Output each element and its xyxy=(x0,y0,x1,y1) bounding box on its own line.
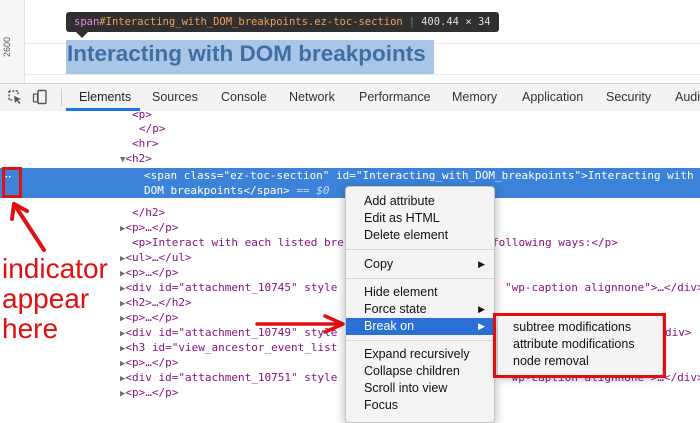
context-menu: Add attribute Edit as HTML Delete elemen… xyxy=(345,186,495,423)
dom-node[interactable]: <p>Interact with each listed bre followin… xyxy=(132,235,618,251)
menu-item-edit-as-html[interactable]: Edit as HTML xyxy=(346,210,494,227)
menu-separator xyxy=(346,278,494,279)
dom-node-text: following ways:</p> xyxy=(492,236,618,249)
dom-node-text: <p>Interact with each listed bre xyxy=(132,236,344,249)
menu-item-hide-element[interactable]: Hide element xyxy=(346,284,494,301)
selected-node-text: DOM breakpoints</span> xyxy=(144,184,290,197)
dom-node[interactable]: </h2> xyxy=(132,205,165,221)
page-viewport: 2600 Interacting with DOM breakpoints sp… xyxy=(0,0,700,83)
annotation-highlight-box xyxy=(2,167,22,198)
tooltip-selector: #Interacting_with_DOM_breakpoints.ez-toc… xyxy=(99,16,403,28)
dom-node-text: <p>…</p> xyxy=(125,311,179,324)
dom-node-text: div> xyxy=(665,326,692,339)
toolbar-divider xyxy=(61,89,62,106)
menu-item-copy[interactable]: Copy ▶ xyxy=(346,256,494,273)
inspect-element-icon[interactable] xyxy=(7,89,23,105)
menu-item-add-attribute[interactable]: Add attribute xyxy=(346,193,494,210)
dom-node-text: <h3 id="view_ancestor_event_list xyxy=(125,341,338,354)
annotation-arrow-up xyxy=(10,202,46,252)
devtools-tab-bar: Elements Sources Console Network Perform… xyxy=(0,83,700,112)
annotation-arrow-right xyxy=(255,314,345,334)
dom-node-text: <div id="attachment_10745" style xyxy=(125,281,338,294)
menu-item-delete-element[interactable]: Delete element xyxy=(346,227,494,244)
annotation-highlight-box xyxy=(493,313,666,378)
dom-node[interactable]: ▶<p>…</p> xyxy=(120,385,178,401)
tab-sources[interactable]: Sources xyxy=(152,84,198,111)
selected-node-line-2: DOM breakpoints</span> == $0 xyxy=(144,183,329,199)
page-heading: Interacting with DOM breakpoints xyxy=(67,41,426,66)
grid-line xyxy=(24,74,700,75)
tooltip-separator: | xyxy=(408,16,416,28)
tooltip-dimensions: 400.44 × 34 xyxy=(421,16,491,28)
menu-item-collapse-children[interactable]: Collapse children xyxy=(346,363,494,380)
submenu-arrow-icon: ▶ xyxy=(478,321,485,331)
menu-item-focus[interactable]: Focus xyxy=(346,397,494,414)
dom-node[interactable]: ▶<div id="attachment_10745" style "wp-cap… xyxy=(120,280,700,296)
menu-item-scroll-into-view[interactable]: Scroll into view xyxy=(346,380,494,397)
dom-node[interactable]: ▼<h2> xyxy=(120,151,152,167)
dom-node[interactable]: ▶<p>…</p> xyxy=(120,220,178,236)
dom-node-text: <p>…</p> xyxy=(125,386,179,399)
tab-application[interactable]: Application xyxy=(522,84,583,111)
dom-node-text: <p>…</p> xyxy=(125,221,179,234)
dom-node[interactable]: ▶<h3 id="view_ancestor_event_list xyxy=(120,340,337,356)
menu-item-label: Force state xyxy=(364,302,427,316)
console-ref: == $0 xyxy=(289,184,330,197)
tooltip-tag: span xyxy=(74,16,100,28)
annotation-label: indicator appear here xyxy=(2,254,132,344)
menu-item-expand-recursively[interactable]: Expand recursively xyxy=(346,346,494,363)
submenu-arrow-icon: ▶ xyxy=(478,304,485,314)
dom-node-text: <div id="attachment_10751" style xyxy=(125,371,338,384)
tab-console[interactable]: Console xyxy=(221,84,267,111)
dom-node-text: <ul>…</ul> xyxy=(125,251,192,264)
dom-node[interactable]: ▶<p>…</p> xyxy=(120,355,178,371)
dom-node[interactable]: </p> xyxy=(139,121,166,137)
dom-node[interactable]: <hr> xyxy=(132,136,159,152)
inspect-tooltip: span #Interacting_with_DOM_breakpoints.ez… xyxy=(66,12,499,32)
annotation-line: appear xyxy=(2,283,90,314)
selected-node-line-1: <span class="ez-toc-section" id="Interac… xyxy=(144,169,694,182)
tab-network[interactable]: Network xyxy=(289,84,335,111)
menu-separator xyxy=(346,340,494,341)
annotation-line: indicator xyxy=(2,253,108,284)
tab-elements[interactable]: Elements xyxy=(79,84,131,111)
dom-node-text: <p>…</p> xyxy=(125,356,179,369)
menu-item-force-state[interactable]: Force state ▶ xyxy=(346,301,494,318)
device-toggle-icon[interactable] xyxy=(32,89,48,105)
submenu-arrow-icon: ▶ xyxy=(478,259,485,269)
tab-performance[interactable]: Performance xyxy=(359,84,431,111)
tab-audits[interactable]: Audi xyxy=(675,84,700,111)
tab-memory[interactable]: Memory xyxy=(452,84,497,111)
annotation-line: here xyxy=(2,313,59,344)
menu-item-label: Break on xyxy=(364,319,415,333)
ruler-label: 2600 xyxy=(2,36,12,57)
menu-item-break-on[interactable]: Break on ▶ xyxy=(346,318,494,335)
dom-node-text: <p>…</p> xyxy=(125,266,179,279)
tab-security[interactable]: Security xyxy=(606,84,651,111)
menu-separator xyxy=(346,249,494,250)
dom-node[interactable]: ▶<div id="attachment_10751" style "wp-cap… xyxy=(120,370,700,386)
dom-node-text: <h2> xyxy=(125,152,152,165)
dom-node-text: "wp-caption alignnone">…</div> xyxy=(505,281,700,294)
tooltip-arrow xyxy=(76,32,88,38)
dom-node-text: <h2>…</h2> xyxy=(125,296,192,309)
menu-item-label: Copy xyxy=(364,257,394,271)
